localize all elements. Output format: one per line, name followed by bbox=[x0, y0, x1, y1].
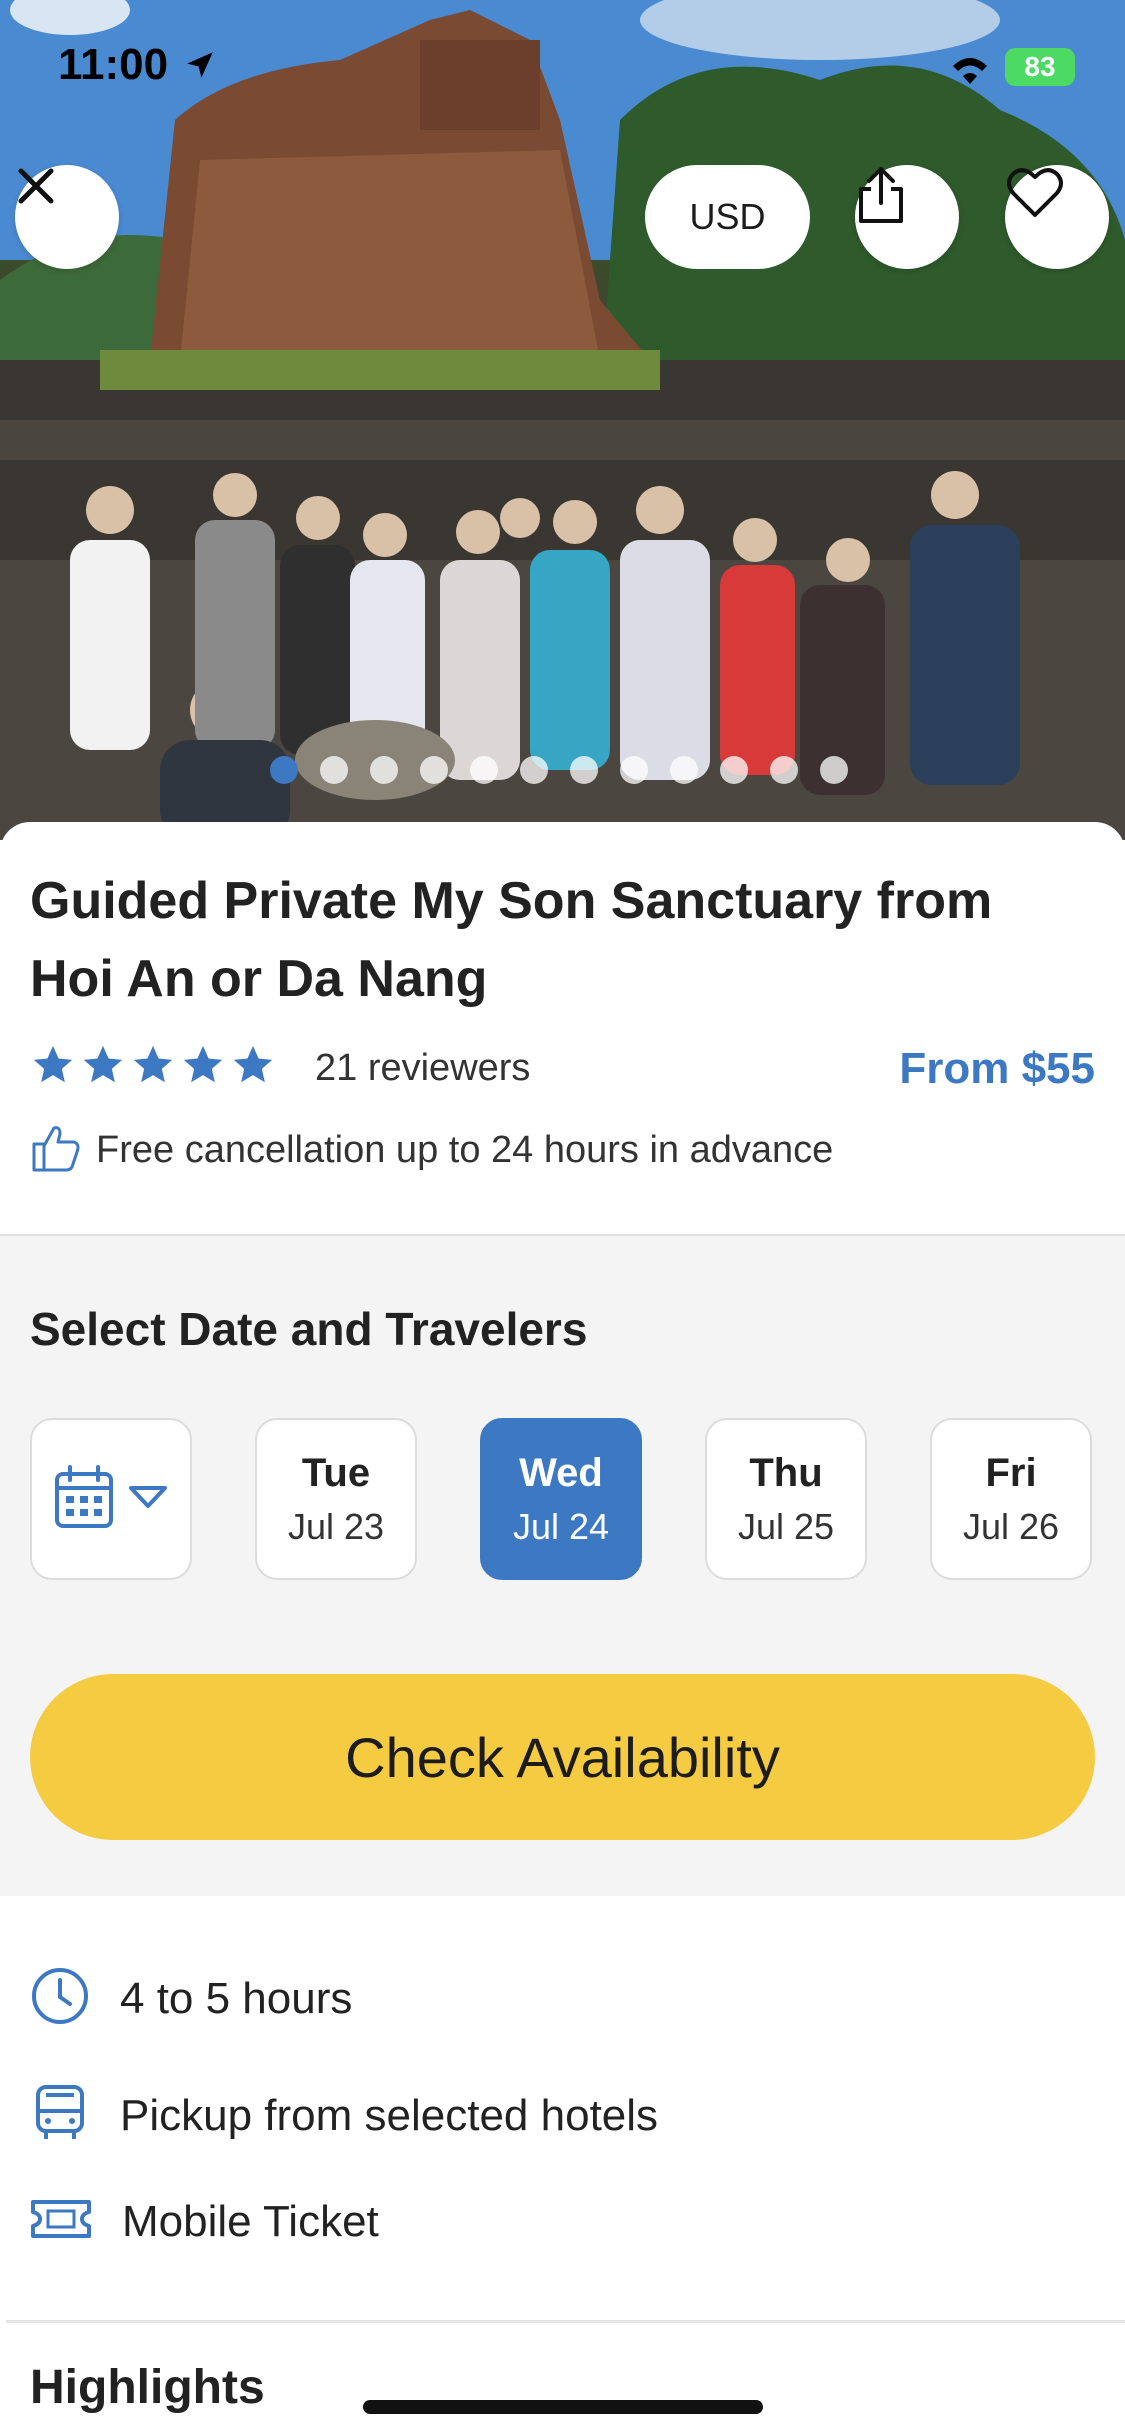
price-label: From $55 bbox=[899, 1044, 1095, 1093]
cancellation-policy: Free cancellation up to 24 hours in adva… bbox=[30, 1122, 833, 1179]
rating-stars bbox=[30, 1042, 276, 1093]
gallery-dot[interactable] bbox=[420, 756, 448, 784]
ticket-icon bbox=[30, 2196, 92, 2247]
star-icon bbox=[180, 1042, 226, 1093]
gallery-dot[interactable] bbox=[470, 756, 498, 784]
clock-icon bbox=[30, 1966, 90, 2031]
tour-title: Guided Private My Son Sanctuary from Hoi… bbox=[30, 872, 993, 1008]
star-icon bbox=[30, 1042, 76, 1093]
feature-text: Pickup from selected hotels bbox=[120, 2090, 659, 2140]
tour-features: 4 to 5 hours Pickup from selected hotels… bbox=[0, 1896, 1125, 2316]
gallery-pagination[interactable] bbox=[270, 756, 848, 784]
cancellation-text: Free cancellation up to 24 hours in adva… bbox=[96, 1129, 834, 1171]
gallery-dot[interactable] bbox=[820, 756, 848, 784]
home-indicator[interactable] bbox=[363, 2400, 763, 2414]
calendar-icon bbox=[54, 1464, 114, 1535]
gallery-dot[interactable] bbox=[570, 756, 598, 784]
date-travelers-section: Select Date and Travelers Tue Jul 23 Wed… bbox=[0, 1234, 1125, 1898]
star-icon bbox=[80, 1042, 126, 1093]
date-day: Jul 24 bbox=[512, 1505, 610, 1547]
reviews-count[interactable]: 21 reviewers bbox=[315, 1047, 530, 1090]
feature-duration: 4 to 5 hours bbox=[30, 1966, 352, 2031]
date-weekday: Thu bbox=[749, 1450, 823, 1495]
gallery-dot[interactable] bbox=[270, 756, 298, 784]
gallery-dot[interactable] bbox=[670, 756, 698, 784]
calendar-picker-button[interactable] bbox=[30, 1418, 192, 1580]
date-day: Jul 23 bbox=[287, 1505, 385, 1547]
chevron-down-icon bbox=[128, 1484, 168, 1515]
date-weekday: Wed bbox=[519, 1450, 603, 1495]
date-option-tue-jul-23[interactable]: Tue Jul 23 bbox=[255, 1418, 417, 1580]
gallery-dot[interactable] bbox=[370, 756, 398, 784]
currency-button[interactable]: USD bbox=[645, 165, 810, 269]
section-title: Select Date and Travelers bbox=[30, 1303, 588, 1355]
date-weekday: Tue bbox=[301, 1450, 371, 1495]
gallery-dot[interactable] bbox=[720, 756, 748, 784]
hero-photo[interactable]: 11:00 83 USD bbox=[0, 0, 1125, 840]
highlights-heading: Highlights bbox=[30, 2361, 265, 2414]
gallery-dot[interactable] bbox=[620, 756, 648, 784]
divider bbox=[6, 2320, 1125, 2323]
status-bar: 11:00 83 bbox=[0, 0, 1125, 130]
date-option-fri-jul-26[interactable]: Fri Jul 26 bbox=[930, 1418, 1092, 1580]
check-availability-button[interactable]: Check Availability bbox=[30, 1674, 1095, 1840]
feature-text: Mobile Ticket bbox=[122, 2196, 379, 2246]
date-option-wed-jul-24[interactable]: Wed Jul 24 bbox=[480, 1418, 642, 1580]
battery-indicator: 83 bbox=[1005, 48, 1075, 86]
status-time: 11:00 bbox=[58, 40, 169, 89]
gallery-dot[interactable] bbox=[520, 756, 548, 784]
date-day: Jul 26 bbox=[962, 1505, 1060, 1547]
star-icon bbox=[130, 1042, 176, 1093]
gallery-dot[interactable] bbox=[770, 756, 798, 784]
feature-pickup: Pickup from selected hotels bbox=[30, 2083, 658, 2148]
feature-ticket: Mobile Ticket bbox=[30, 2196, 379, 2247]
feature-text: 4 to 5 hours bbox=[120, 1973, 353, 2023]
gallery-dot[interactable] bbox=[320, 756, 348, 784]
star-icon bbox=[230, 1042, 276, 1093]
share-button[interactable] bbox=[855, 165, 959, 269]
tour-info-card: Guided Private My Son Sanctuary from Hoi… bbox=[0, 822, 1125, 1232]
date-day: Jul 25 bbox=[737, 1505, 835, 1547]
thumbs-up-icon bbox=[30, 1122, 82, 1179]
date-option-thu-jul-25[interactable]: Thu Jul 25 bbox=[705, 1418, 867, 1580]
close-button[interactable] bbox=[15, 165, 119, 269]
date-weekday: Fri bbox=[985, 1450, 1037, 1495]
bus-icon bbox=[30, 2083, 90, 2148]
favorite-button[interactable] bbox=[1005, 165, 1109, 269]
